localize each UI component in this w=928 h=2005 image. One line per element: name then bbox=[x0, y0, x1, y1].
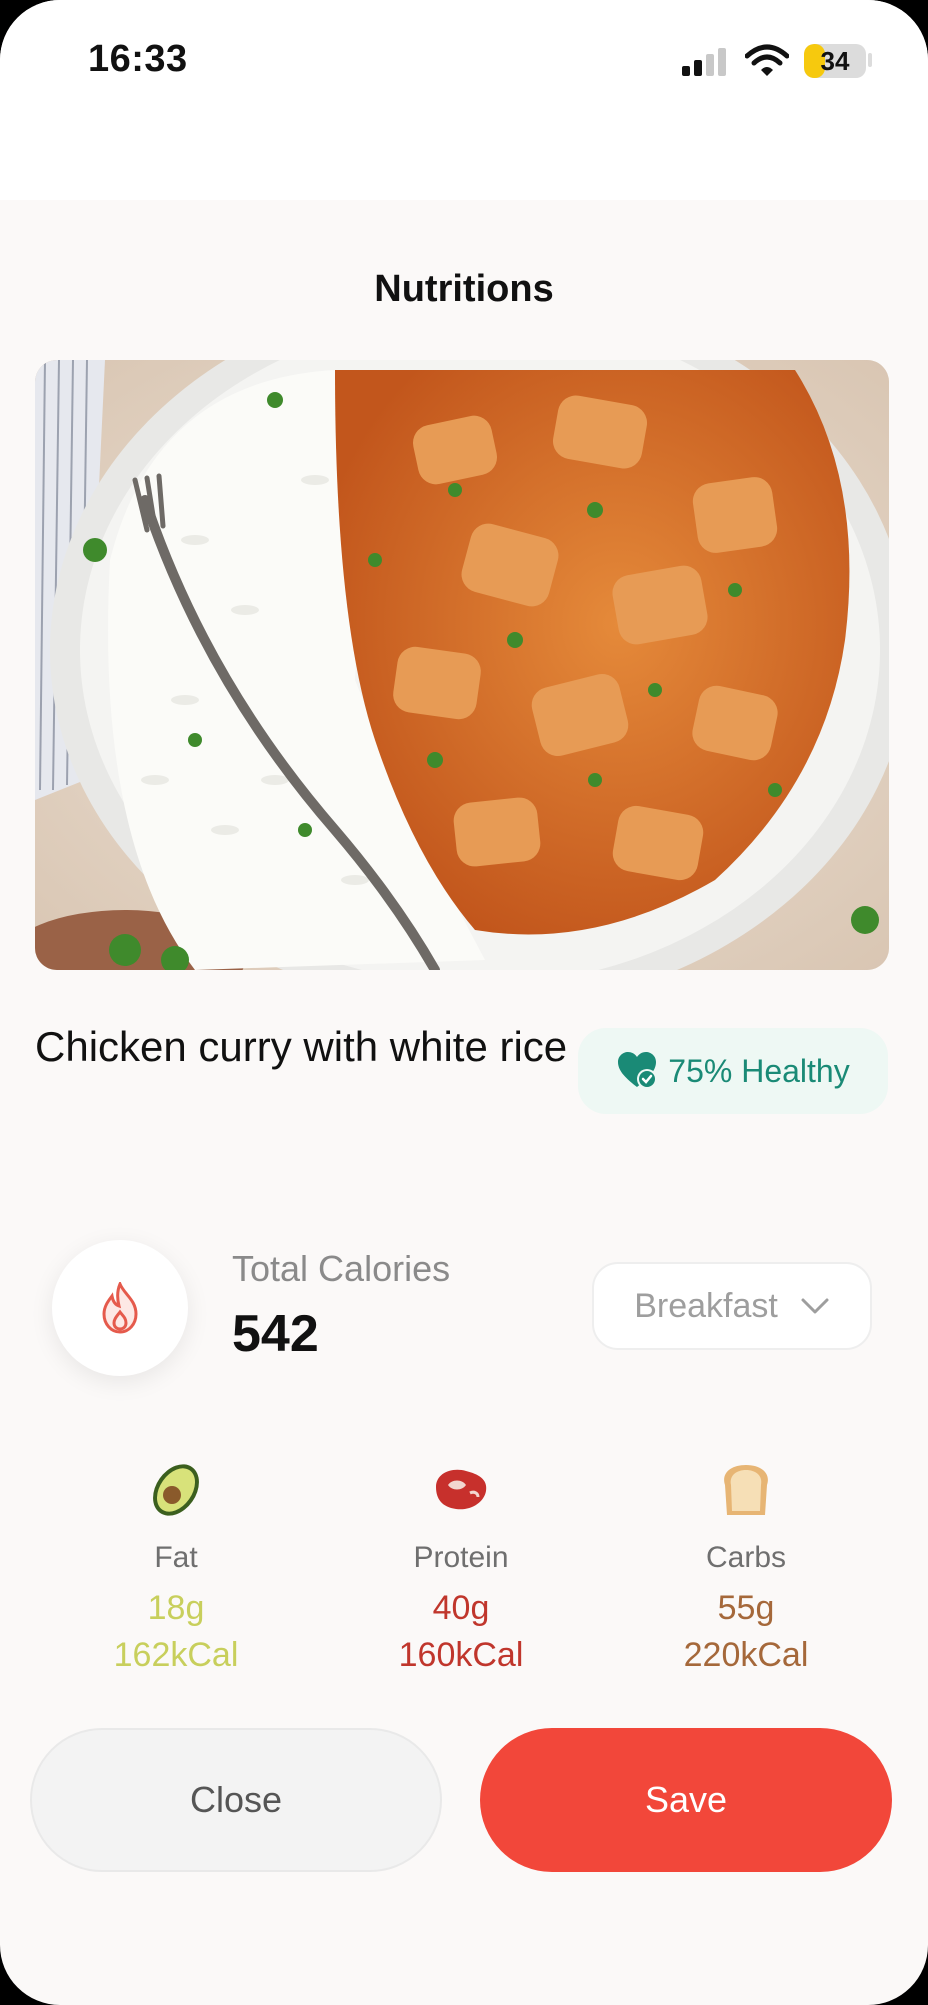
calories-icon-circle bbox=[52, 1240, 188, 1376]
close-button[interactable]: Close bbox=[30, 1728, 442, 1872]
flame-icon bbox=[102, 1282, 138, 1334]
total-calories-value: 542 bbox=[232, 1305, 319, 1363]
cellular-signal-icon bbox=[682, 48, 726, 76]
macro-carbs-grams: 55g bbox=[717, 1589, 775, 1627]
health-score-text: 75% Healthy bbox=[668, 1052, 850, 1089]
avocado-icon bbox=[153, 1464, 199, 1516]
battery-icon: 34 bbox=[804, 44, 866, 78]
macro-carbs: Carbs 55g 220kCal bbox=[606, 1455, 886, 1675]
page-title: Nutritions bbox=[374, 268, 554, 310]
phone-screen: 16:33 34 Nutritions Chicken curry with w… bbox=[0, 0, 928, 2005]
total-calories-label: Total Calories bbox=[232, 1248, 451, 1289]
status-bar: 16:33 34 bbox=[0, 0, 928, 200]
macro-carbs-label: Carbs bbox=[705, 1541, 787, 1574]
food-photo bbox=[35, 360, 889, 970]
macro-protein: Protein 40g 160kCal bbox=[321, 1455, 601, 1675]
steak-icon bbox=[436, 1469, 487, 1510]
macro-fat-label: Fat bbox=[154, 1541, 198, 1574]
macro-fat-kcal: 162kCal bbox=[113, 1636, 239, 1674]
macro-protein-label: Protein bbox=[413, 1541, 509, 1574]
bread-icon bbox=[724, 1465, 768, 1515]
food-name: Chicken curry with white rice bbox=[35, 1023, 568, 1070]
heart-check-icon bbox=[618, 1052, 658, 1089]
meal-type-dropdown[interactable]: Breakfast bbox=[592, 1262, 872, 1350]
macro-carbs-kcal: 220kCal bbox=[683, 1636, 809, 1674]
macro-fat: Fat 18g 162kCal bbox=[36, 1455, 316, 1675]
chevron-down-icon bbox=[801, 1298, 829, 1314]
meal-type-value: Breakfast bbox=[634, 1286, 778, 1325]
wifi-icon bbox=[745, 44, 789, 76]
macro-protein-kcal: 160kCal bbox=[398, 1636, 524, 1674]
macro-protein-grams: 40g bbox=[432, 1589, 490, 1627]
save-button[interactable]: Save bbox=[480, 1728, 892, 1872]
battery-percentage: 34 bbox=[820, 46, 850, 76]
curry-rice-illustration bbox=[35, 360, 889, 970]
health-score-badge: 75% Healthy bbox=[578, 1028, 888, 1114]
status-time: 16:33 bbox=[88, 38, 188, 80]
battery-tip bbox=[868, 53, 872, 67]
macro-fat-grams: 18g bbox=[147, 1589, 205, 1627]
